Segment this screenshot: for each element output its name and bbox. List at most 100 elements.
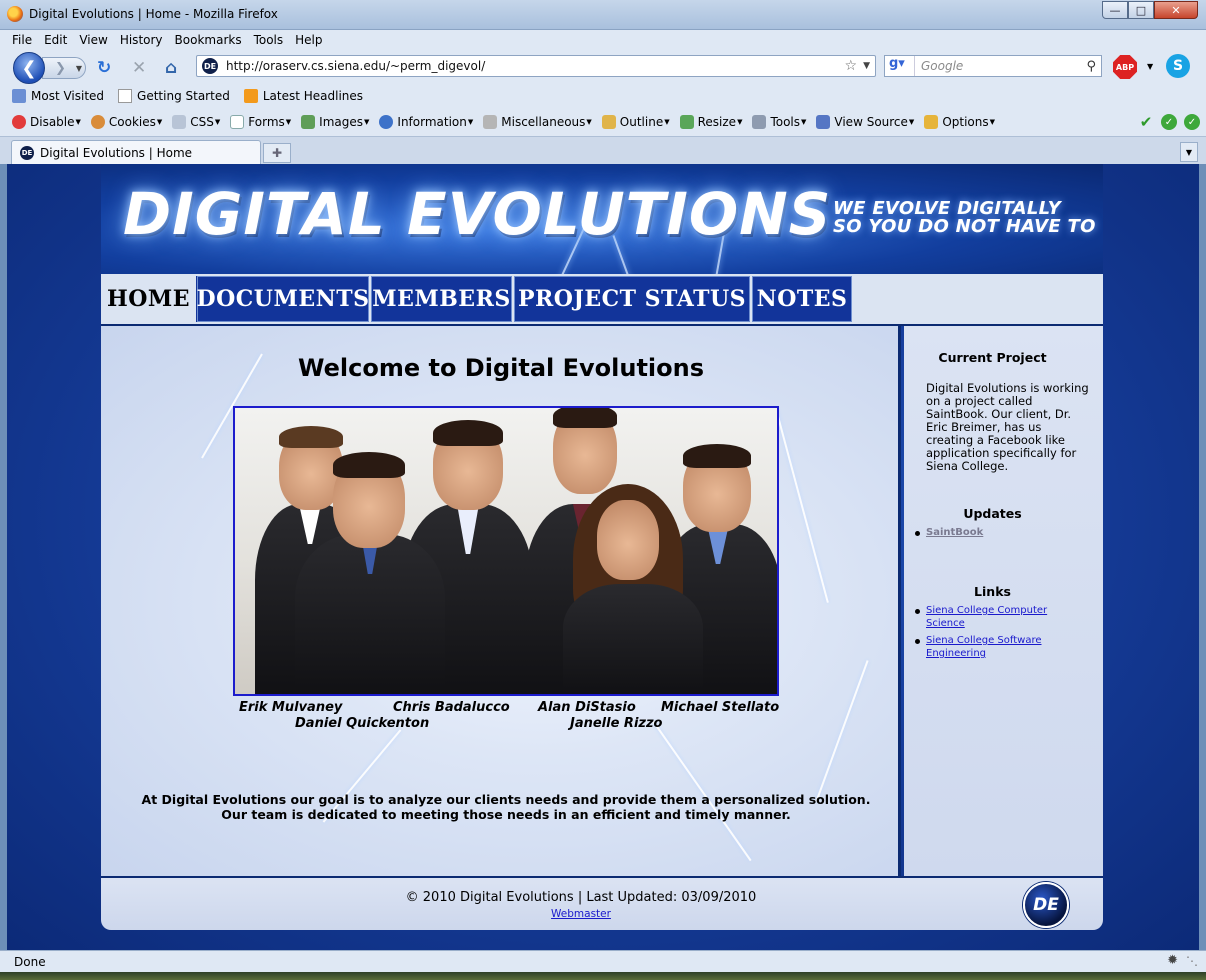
disable-icon (12, 115, 26, 129)
validation-status: ✔ ✓ ✓ (1138, 113, 1200, 131)
view-source-icon (816, 115, 831, 129)
link-software-engineering[interactable]: Siena College Software Engineering (926, 635, 1042, 659)
address-bar[interactable]: DE http://oraserv.cs.siena.edu/~perm_dig… (196, 55, 876, 77)
devtool-css[interactable]: CSS ▼ (172, 115, 220, 129)
forward-button[interactable]: ❯ ▼ (42, 57, 86, 79)
team-member-figure (295, 444, 445, 694)
updates-list: SaintBook (915, 526, 1086, 543)
devtool-tools[interactable]: Tools ▼ (752, 115, 806, 129)
menu-bar: File Edit View History Bookmarks Tools H… (0, 30, 1206, 50)
devtool-information[interactable]: Information ▼ (379, 115, 473, 129)
current-project-heading: Current Project (938, 350, 1047, 365)
bookmark-label: Most Visited (31, 89, 105, 103)
menu-edit[interactable]: Edit (44, 33, 67, 47)
reload-icon[interactable]: ↻ (97, 58, 111, 78)
google-icon[interactable]: g▾ (885, 56, 915, 76)
bookmark-label: Latest Headlines (262, 89, 364, 103)
devtool-forms[interactable]: Forms ▼ (230, 115, 291, 129)
devtool-resize[interactable]: Resize ▼ (679, 115, 742, 129)
tab-home[interactable]: DE Digital Evolutions | Home (11, 140, 261, 165)
suit-shape (563, 584, 703, 694)
devtool-label: Information (397, 115, 467, 129)
menu-view[interactable]: View (79, 33, 107, 47)
links-list: Siena College Computer Science Siena Col… (915, 604, 1086, 664)
window-title: Digital Evolutions | Home - Mozilla Fire… (29, 7, 278, 21)
new-tab-button[interactable]: ✚ (263, 143, 291, 163)
minimize-button[interactable]: — (1102, 1, 1128, 19)
hair-shape (683, 444, 751, 468)
maximize-button[interactable]: □ (1128, 1, 1154, 19)
back-button[interactable]: ❮ (13, 52, 45, 84)
team-member-figure (553, 484, 703, 694)
search-bar[interactable]: g▾ Google ⚲ (884, 55, 1102, 77)
site-logo[interactable]: DIGITAL EVOLUTIONS (123, 180, 831, 248)
devtool-cookies[interactable]: Cookies ▼ (90, 115, 162, 129)
url-dropdown-icon[interactable]: ▼ (863, 61, 870, 71)
search-icon[interactable]: ⚲ (1086, 59, 1096, 74)
back-arrow-icon: ❮ (21, 57, 37, 79)
menu-history[interactable]: History (120, 33, 163, 47)
skype-icon[interactable]: S (1166, 54, 1190, 78)
webmaster-link[interactable]: Webmaster (551, 908, 611, 920)
checkmark-icon[interactable]: ✔ (1138, 113, 1154, 131)
nav-members[interactable]: Members (371, 276, 512, 322)
site-container: DIGITAL EVOLUTIONS WE EVOLVE DIGITALLY S… (101, 164, 1103, 930)
resize-grip-icon[interactable]: ⋱ (1186, 954, 1202, 970)
close-button[interactable]: ✕ (1154, 1, 1198, 19)
site-banner: DIGITAL EVOLUTIONS WE EVOLVE DIGITALLY S… (101, 164, 1103, 274)
head-shape (597, 500, 659, 580)
wrench-icon (752, 115, 767, 129)
adblock-dropdown-icon[interactable]: ▼ (1147, 62, 1153, 71)
menu-help[interactable]: Help (295, 33, 322, 47)
adblock-icon[interactable]: ABP (1113, 55, 1137, 79)
mission-statement: At Digital Evolutions our goal is to ana… (101, 792, 911, 822)
devtool-options[interactable]: Options ▼ (924, 115, 995, 129)
link-computer-science[interactable]: Siena College Computer Science (926, 605, 1047, 629)
nav-documents[interactable]: Documents (197, 276, 369, 322)
css-icon (172, 115, 187, 129)
nav-home[interactable]: Home (101, 276, 197, 322)
bookmark-star-icon[interactable]: ☆ (845, 58, 858, 74)
search-input[interactable]: Google (915, 59, 1086, 73)
menu-file[interactable]: File (12, 33, 32, 47)
bookmark-most-visited[interactable]: Most Visited (12, 89, 104, 103)
devtool-label: Outline (619, 115, 664, 129)
page-title: Welcome to Digital Evolutions (298, 354, 704, 382)
chevron-down-icon: ▼ (1185, 147, 1193, 157)
web-developer-toolbar: Disable ▼ Cookies ▼ CSS ▼ Forms ▼ Images ▼ In… (0, 112, 1206, 132)
copyright-text: © 2010 Digital Evolutions | Last Updated… (405, 890, 757, 905)
devtool-view-source[interactable]: View Source ▼ (816, 115, 914, 129)
history-dropdown-icon[interactable]: ▼ (76, 64, 82, 73)
member-name: Alan DiStasio (538, 700, 636, 715)
hair-shape (333, 452, 405, 478)
menu-bookmarks[interactable]: Bookmarks (175, 33, 242, 47)
firebug-icon[interactable]: ✹ (1167, 953, 1178, 968)
devtool-miscellaneous[interactable]: Miscellaneous ▼ (483, 115, 592, 129)
images-icon (301, 115, 316, 129)
list-item: Siena College Software Engineering (915, 634, 1086, 660)
devtool-outline[interactable]: Outline ▼ (601, 115, 670, 129)
html-valid-icon[interactable]: ✓ (1184, 114, 1200, 130)
nav-project-status[interactable]: Project Status (514, 276, 750, 322)
miscellaneous-icon (483, 115, 498, 129)
tab-list-button[interactable]: ▼ (1180, 142, 1198, 162)
home-icon[interactable]: ⌂ (165, 58, 177, 78)
page-icon (118, 89, 133, 103)
member-name: Chris Badalucco (393, 700, 510, 715)
url-text[interactable]: http://oraserv.cs.siena.edu/~perm_digevo… (226, 59, 845, 73)
bookmark-latest-headlines[interactable]: Latest Headlines (243, 89, 364, 103)
tab-label: Digital Evolutions | Home (40, 146, 193, 160)
devtool-images[interactable]: Images ▼ (301, 115, 369, 129)
site-slogan: WE EVOLVE DIGITALLY SO YOU DO NOT HAVE T… (833, 200, 1096, 236)
rss-icon (243, 89, 258, 103)
devtool-disable[interactable]: Disable ▼ (12, 115, 81, 129)
menu-tools[interactable]: Tools (254, 33, 284, 47)
hair-shape (433, 420, 503, 446)
update-link-saintbook[interactable]: SaintBook (926, 527, 983, 538)
bookmark-getting-started[interactable]: Getting Started (118, 89, 230, 103)
nav-notes[interactable]: Notes (752, 276, 852, 322)
devtool-label: CSS (190, 115, 214, 129)
css-valid-icon[interactable]: ✓ (1161, 114, 1177, 130)
stop-icon[interactable]: ✕ (132, 58, 146, 78)
lightning-decoration (815, 660, 869, 802)
